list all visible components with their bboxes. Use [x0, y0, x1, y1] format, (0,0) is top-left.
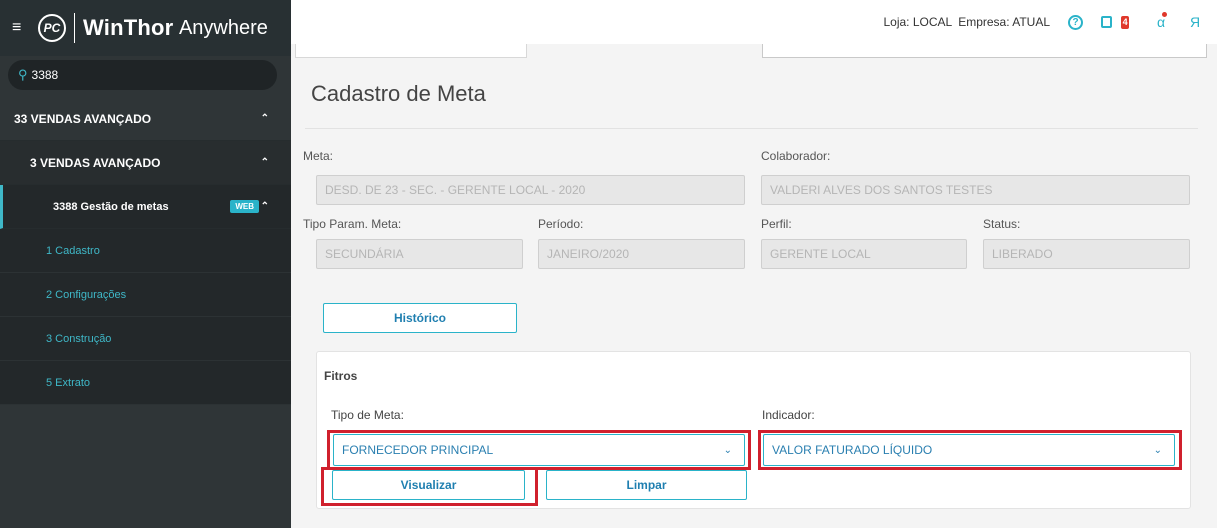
filters-title: Fitros — [324, 369, 358, 383]
highlight-tipo-meta — [327, 430, 751, 470]
sidebar-item-label: 3 VENDAS AVANÇADO — [30, 155, 161, 170]
sidebar-menu: 33 VENDAS AVANÇADO ⌃ 3 VENDAS AVANÇADO ⌃… — [0, 97, 291, 405]
web-badge: WEB — [230, 200, 259, 213]
sidebar-item-configuracoes[interactable]: 2 Configurações — [0, 273, 291, 317]
tab-fragment-right — [762, 44, 1207, 58]
sidebar-item-gestao-de-metas[interactable]: 3388 Gestão de metas WEB ⌃ — [0, 185, 291, 229]
tipo-meta-label: Tipo de Meta: — [331, 408, 404, 422]
status-label: Status: — [983, 217, 1021, 231]
mail-button[interactable]: 4 — [1101, 14, 1135, 30]
search-input[interactable] — [31, 68, 252, 82]
mail-count-badge: 4 — [1121, 15, 1129, 29]
sidebar-item-label: 3388 Gestão de metas — [53, 200, 169, 213]
page-title: Cadastro de Meta — [311, 81, 486, 106]
colaborador-field: VALDERI ALVES DOS SANTOS TESTES — [761, 175, 1190, 205]
colaborador-label: Colaborador: — [761, 149, 831, 163]
perfil-label: Perfil: — [761, 217, 792, 231]
highlight-visualizar — [321, 467, 538, 506]
chevron-up-icon: ⌃ — [260, 157, 269, 168]
search-icon: ⚲ — [18, 67, 28, 82]
help-icon[interactable]: ? — [1068, 14, 1083, 30]
sidebar-item-label: 33 VENDAS AVANÇADO — [14, 111, 152, 126]
search-box[interactable]: ⚲ — [8, 60, 277, 90]
sidebar: ≡ PC WinThor Anywhere ⚲ 33 VENDAS AVANÇA… — [0, 0, 291, 528]
top-bar: Loja: LOCAL Empresa: ATUAL ? 4 α Я — [291, 0, 1217, 44]
user-icon[interactable]: Я — [1187, 14, 1203, 30]
sidebar-item-extrato[interactable]: 5 Extrato — [0, 361, 291, 405]
pc-logo: PC — [38, 14, 66, 42]
loja-label: Loja: LOCAL — [883, 15, 953, 29]
indicador-label: Indicador: — [762, 408, 815, 422]
meta-label: Meta: — [303, 149, 334, 163]
top-info: Loja: LOCAL Empresa: ATUAL ? 4 α Я — [883, 0, 1217, 44]
empresa-label: Empresa: ATUAL — [958, 15, 1050, 29]
main-content: Cadastro de Meta Meta: DESD. DE 23 - SEC… — [291, 58, 1217, 528]
sidebar-item-construcao[interactable]: 3 Construção — [0, 317, 291, 361]
app-name-bold: WinThor — [83, 15, 174, 40]
periodo-field: JANEIRO/2020 — [538, 239, 745, 269]
brand-bar: ≡ PC WinThor Anywhere — [0, 0, 291, 56]
mail-icon — [1101, 16, 1113, 28]
chevron-up-icon: ⌃ — [260, 113, 269, 124]
sidebar-item-cadastro[interactable]: 1 Cadastro — [0, 229, 291, 273]
highlight-indicador — [758, 430, 1182, 470]
sidebar-item-vendas-avancado-3[interactable]: 3 VENDAS AVANÇADO ⌃ — [0, 141, 291, 185]
chevron-up-icon: ⌃ — [260, 201, 269, 212]
hamburger-menu-icon[interactable]: ≡ — [12, 19, 32, 37]
notification-dot — [1162, 12, 1167, 17]
app-name-regular: Anywhere — [178, 16, 268, 39]
bell-icon[interactable]: α — [1153, 12, 1169, 30]
status-field: LIBERADO — [983, 239, 1190, 269]
historico-button[interactable]: Histórico — [323, 303, 517, 333]
tab-fragment-left — [295, 44, 527, 58]
filters-panel: Fitros Tipo de Meta: FORNECEDOR PRINCIPA… — [316, 351, 1191, 509]
title-divider — [305, 128, 1198, 129]
brand-divider — [74, 13, 75, 43]
tipo-param-field: SECUNDÁRIA — [316, 239, 523, 269]
perfil-field: GERENTE LOCAL — [761, 239, 967, 269]
limpar-button[interactable]: Limpar — [546, 470, 747, 500]
sidebar-item-vendas-avancado-33[interactable]: 33 VENDAS AVANÇADO ⌃ — [0, 97, 291, 141]
meta-field: DESD. DE 23 - SEC. - GERENTE LOCAL - 202… — [316, 175, 745, 205]
tipo-param-label: Tipo Param. Meta: — [303, 217, 402, 231]
periodo-label: Período: — [538, 217, 584, 231]
